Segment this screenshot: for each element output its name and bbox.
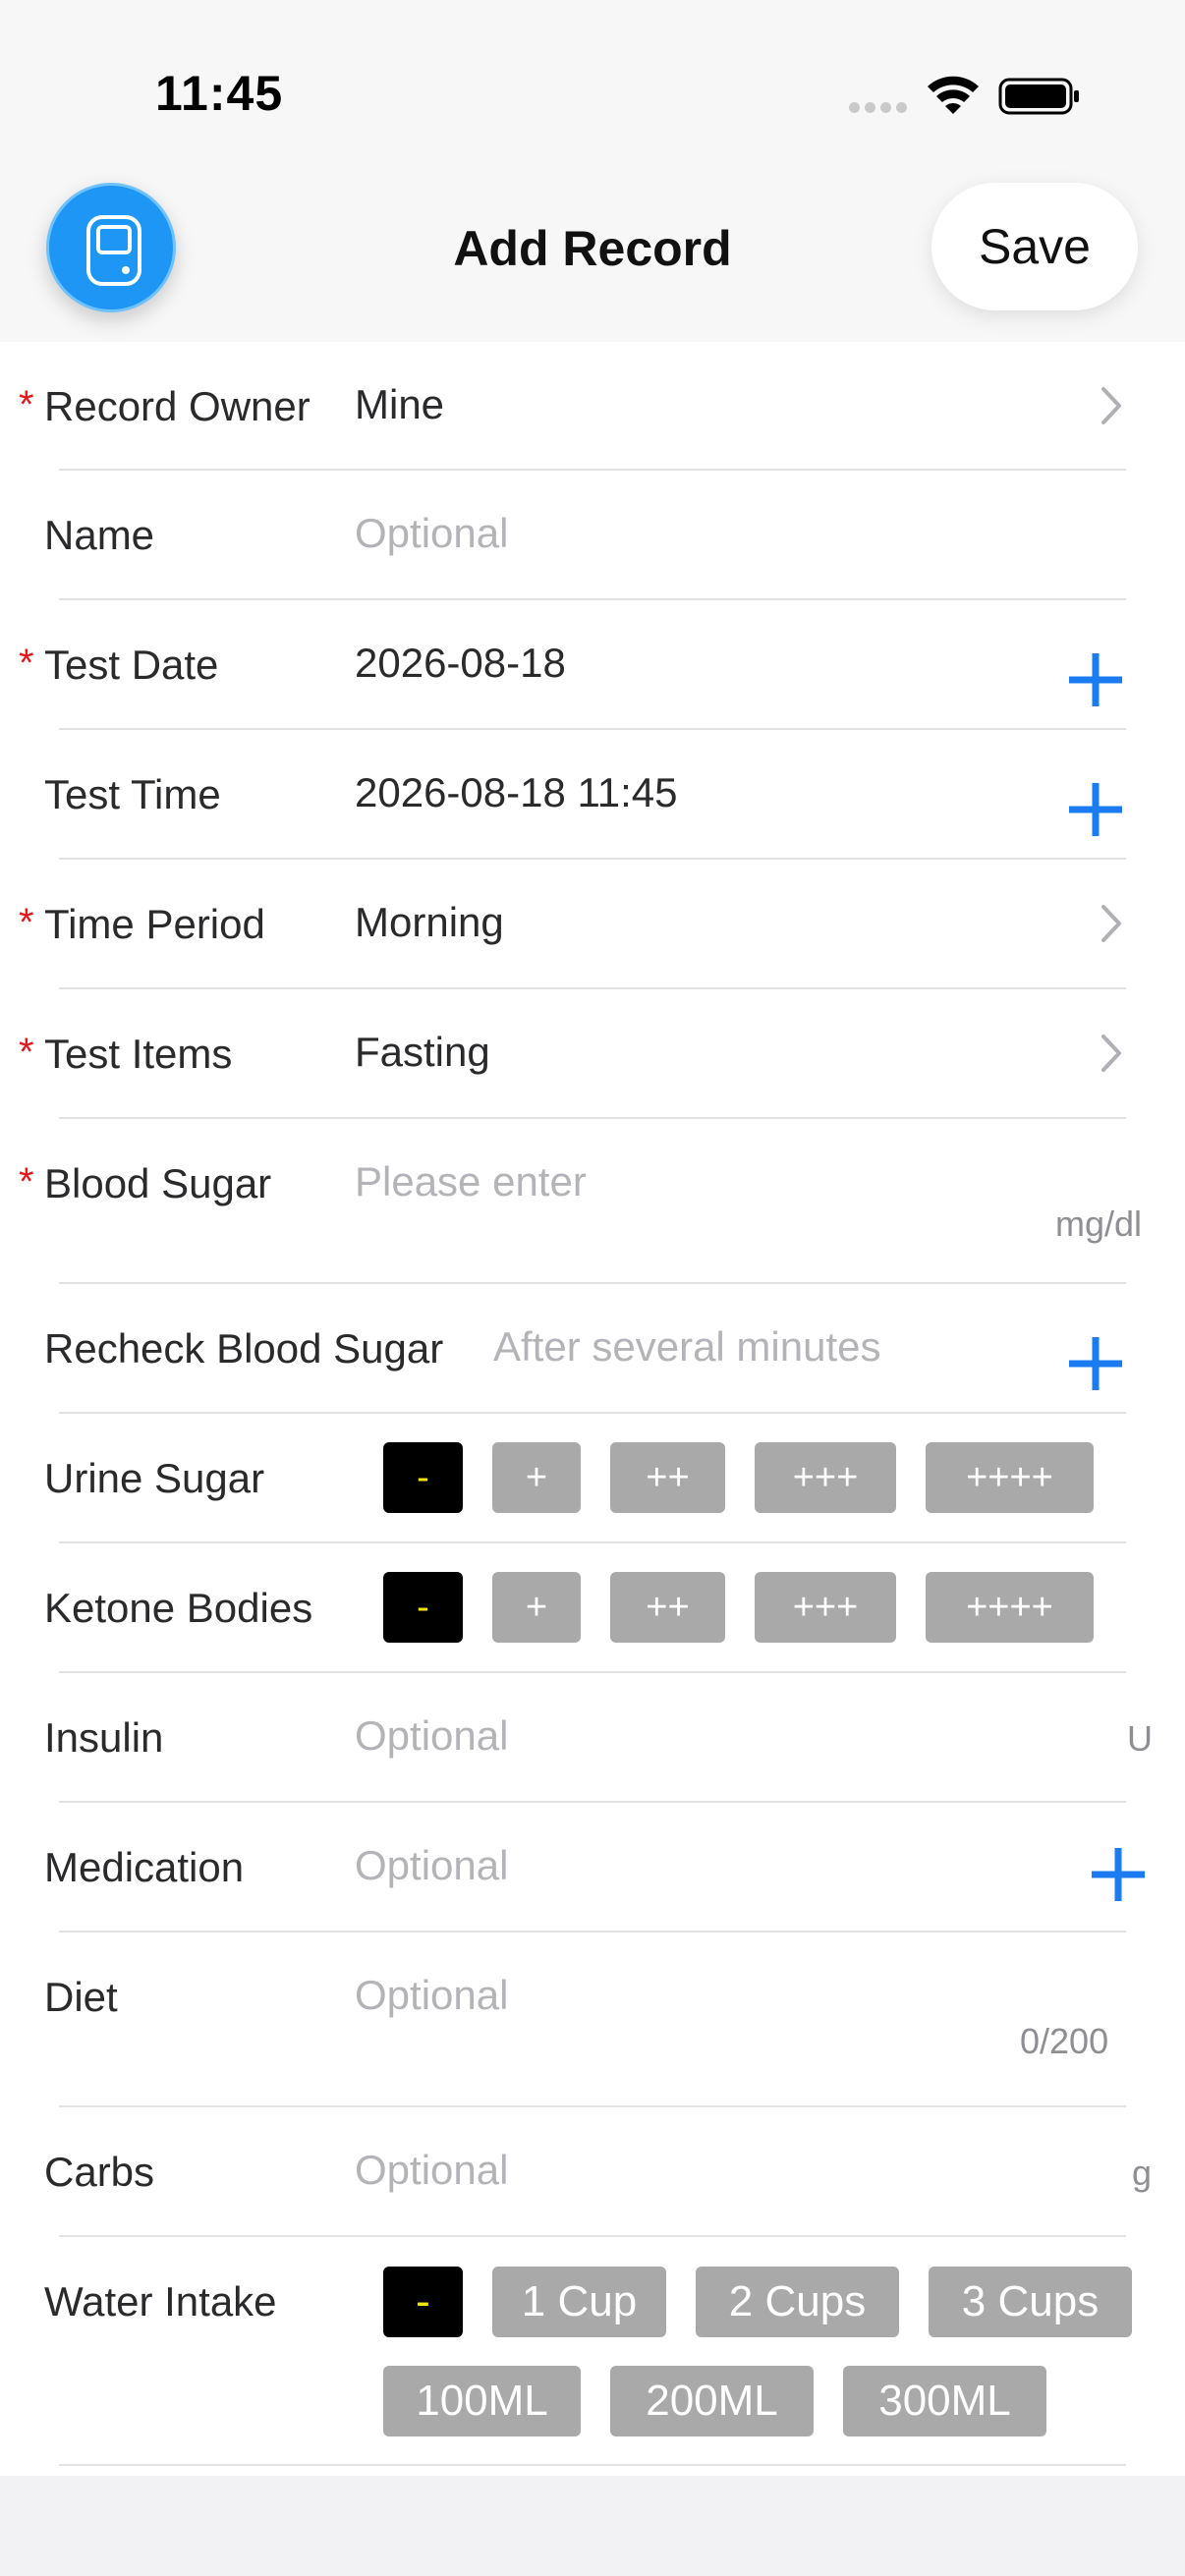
diet-row: Diet Optional 0/200 — [0, 1932, 1185, 2105]
ketone-option[interactable]: - — [383, 1572, 463, 1643]
insulin-unit: U — [1127, 1718, 1153, 1759]
record-owner-label: Record Owner — [44, 383, 310, 429]
blood-sugar-label: Blood Sugar — [44, 1160, 272, 1206]
chevron-right-icon — [1101, 905, 1121, 942]
ketone-option[interactable]: ++++ — [926, 1572, 1094, 1643]
test-items-value: Fasting — [355, 1029, 490, 1075]
medication-row: Medication Optional — [0, 1803, 1185, 1931]
name-label: Name — [44, 512, 155, 558]
ketone-option[interactable]: ++ — [610, 1572, 725, 1643]
ketone-bodies-row: Ketone Bodies - + ++ +++ ++++ — [0, 1543, 1185, 1671]
diet-label: Diet — [44, 1974, 118, 2020]
save-button[interactable]: Save — [931, 183, 1138, 310]
insulin-row: Insulin Optional U — [0, 1673, 1185, 1801]
status-time: 11:45 — [155, 66, 284, 121]
recheck-row: Recheck Blood Sugar After several minute… — [0, 1284, 1185, 1412]
test-date-row: * Test Date 2026-08-18 — [0, 600, 1185, 728]
urine-sugar-row: Urine Sugar - + ++ +++ ++++ — [0, 1414, 1185, 1541]
carbs-label: Carbs — [44, 2149, 155, 2195]
battery-icon — [998, 78, 1079, 115]
carbs-row: Carbs Optional g — [0, 2107, 1185, 2235]
recheck-input[interactable]: After several minutes — [493, 1323, 881, 1371]
wifi-icon — [928, 76, 979, 114]
test-time-row: Test Time 2026-08-18 11:45 — [0, 730, 1185, 858]
record-owner-row[interactable]: * Record Owner Mine — [0, 342, 1185, 470]
bottom-background — [0, 2476, 1185, 2576]
chevron-right-icon — [1101, 1035, 1121, 1072]
chevron-right-icon — [1101, 387, 1121, 424]
diet-char-counter: 0/200 — [1020, 2021, 1109, 2061]
carbs-unit: g — [1132, 2153, 1153, 2193]
time-period-value: Morning — [355, 899, 504, 945]
required-marker: * — [19, 1160, 34, 1204]
blood-sugar-row: * Blood Sugar Please enter mg/dl — [0, 1119, 1185, 1282]
add-recheck-plus-icon[interactable] — [1065, 1333, 1126, 1394]
cellular-signal-icon — [849, 102, 908, 116]
required-marker: * — [19, 1031, 34, 1074]
urine-sugar-option[interactable]: - — [383, 1442, 463, 1513]
status-bar: 11:45 — [0, 0, 1185, 167]
water-option[interactable]: 100ML — [383, 2366, 581, 2436]
blood-sugar-input[interactable]: Please enter — [355, 1158, 587, 1205]
test-items-label: Test Items — [44, 1031, 233, 1077]
record-owner-value: Mine — [355, 381, 445, 427]
test-time-value[interactable]: 2026-08-18 11:45 — [355, 769, 678, 816]
urine-sugar-option[interactable]: ++++ — [926, 1442, 1094, 1513]
required-marker: * — [19, 901, 34, 944]
name-input[interactable]: Optional — [355, 510, 508, 557]
required-marker: * — [19, 383, 34, 426]
water-intake-row: Water Intake - 1 Cup 2 Cups 3 Cups 100ML… — [0, 2237, 1185, 2473]
test-date-label: Test Date — [44, 642, 219, 688]
required-marker: * — [19, 642, 34, 685]
water-option[interactable]: - — [383, 2267, 463, 2337]
carbs-input[interactable]: Optional — [355, 2147, 508, 2194]
water-option[interactable]: 200ML — [610, 2366, 814, 2436]
water-option[interactable]: 2 Cups — [696, 2267, 899, 2337]
ketone-option[interactable]: +++ — [755, 1572, 896, 1643]
insulin-label: Insulin — [44, 1714, 164, 1761]
add-medication-plus-icon[interactable] — [1088, 1844, 1149, 1905]
urine-sugar-option[interactable]: + — [492, 1442, 581, 1513]
recheck-label: Recheck Blood Sugar — [44, 1325, 444, 1372]
medication-label: Medication — [44, 1844, 245, 1890]
urine-sugar-label: Urine Sugar — [44, 1455, 265, 1501]
test-time-label: Test Time — [44, 771, 221, 817]
diet-input[interactable]: Optional — [355, 1972, 508, 2019]
water-option[interactable]: 1 Cup — [492, 2267, 666, 2337]
add-date-plus-icon[interactable] — [1065, 649, 1126, 710]
medication-input[interactable]: Optional — [355, 1842, 508, 1889]
time-period-label: Time Period — [44, 901, 265, 947]
record-form: * Record Owner Mine Name Optional * Test… — [0, 342, 1185, 2476]
add-time-plus-icon[interactable] — [1065, 779, 1126, 840]
water-option[interactable]: 300ML — [843, 2366, 1046, 2436]
ketone-option[interactable]: + — [492, 1572, 581, 1643]
blood-sugar-unit: mg/dl — [1055, 1204, 1143, 1244]
ketone-bodies-label: Ketone Bodies — [44, 1585, 313, 1631]
water-intake-label: Water Intake — [44, 2278, 277, 2324]
water-option[interactable]: 3 Cups — [929, 2267, 1132, 2337]
name-row: Name Optional — [0, 471, 1185, 598]
test-items-row[interactable]: * Test Items Fasting — [0, 989, 1185, 1117]
urine-sugar-option[interactable]: ++ — [610, 1442, 725, 1513]
time-period-row[interactable]: * Time Period Morning — [0, 860, 1185, 987]
urine-sugar-option[interactable]: +++ — [755, 1442, 896, 1513]
test-date-value[interactable]: 2026-08-18 — [355, 640, 566, 687]
insulin-input[interactable]: Optional — [355, 1712, 508, 1760]
